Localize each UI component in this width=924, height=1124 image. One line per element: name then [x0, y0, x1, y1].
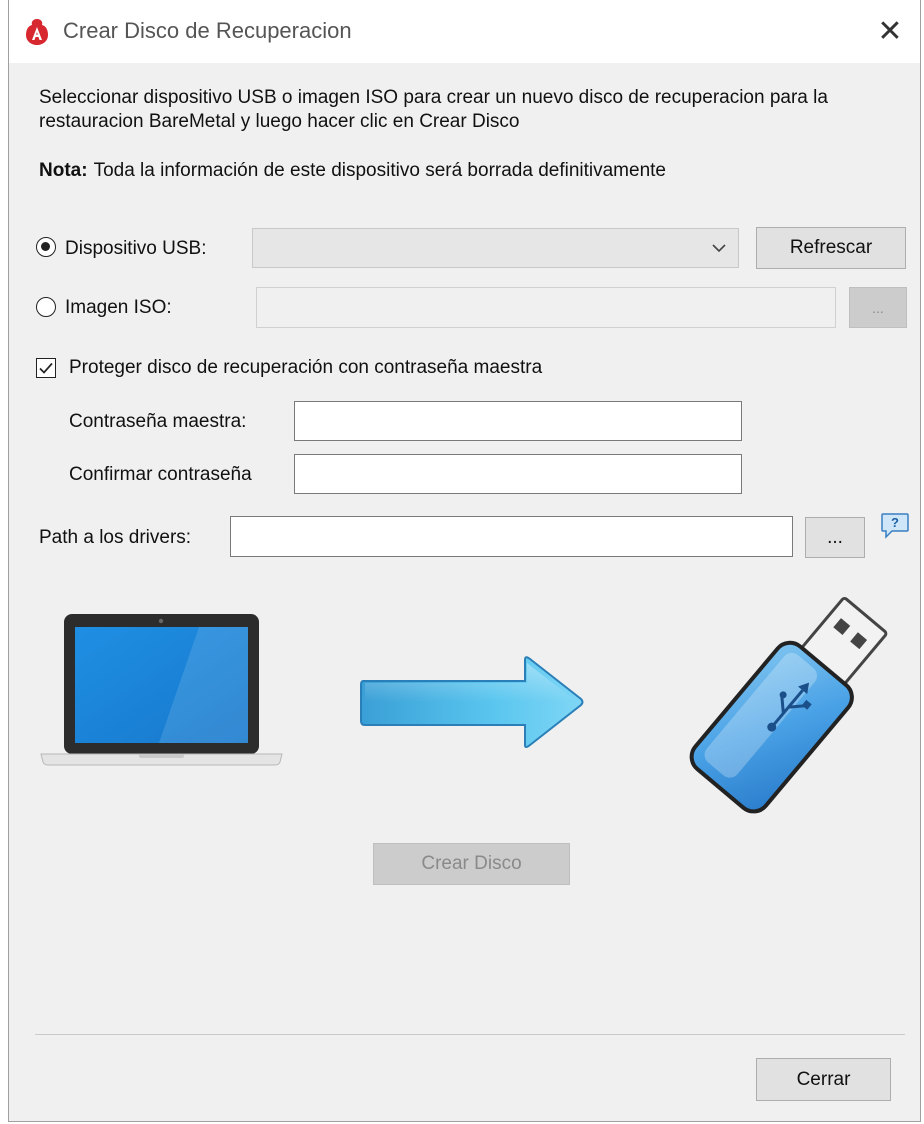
instruction-text: Seleccionar dispositivo USB o imagen ISO…	[39, 87, 828, 132]
title-bar: Crear Disco de Recuperacion ✕	[9, 0, 920, 63]
usb-device-label: Dispositivo USB:	[65, 238, 207, 259]
refresh-button[interactable]: Refrescar	[756, 227, 906, 269]
app-logo-icon	[26, 19, 48, 45]
usb-drive-icon	[689, 596, 888, 814]
confirm-password-input[interactable]	[294, 454, 742, 494]
confirm-password-label: Confirmar contraseña	[69, 464, 252, 485]
close-icon: ✕	[877, 15, 903, 48]
protect-password-label: Proteger disco de recuperación con contr…	[69, 357, 543, 378]
drivers-browse-button[interactable]: ...	[805, 517, 865, 558]
svg-text:?: ?	[891, 515, 899, 530]
note-text: Toda la información de este dispositivo …	[93, 160, 666, 181]
note-label: Nota:	[39, 160, 88, 181]
window-title: Crear Disco de Recuperacion	[63, 18, 352, 43]
drivers-path-input[interactable]	[230, 516, 793, 557]
laptop-icon	[40, 614, 283, 766]
usb-device-dropdown[interactable]	[252, 228, 739, 268]
checkmark-icon	[39, 362, 53, 374]
usb-device-radio[interactable]	[36, 237, 56, 257]
footer-separator	[35, 1034, 905, 1035]
recovery-disk-dialog: Crear Disco de Recuperacion ✕ Selecciona…	[8, 0, 921, 1122]
master-password-input[interactable]	[294, 401, 742, 441]
iso-image-label: Imagen ISO:	[65, 297, 172, 318]
close-button[interactable]: Cerrar	[756, 1058, 891, 1101]
drivers-path-label: Path a los drivers:	[39, 527, 192, 548]
iso-path-field[interactable]	[256, 287, 836, 328]
create-disk-button[interactable]: Crear Disco	[373, 843, 570, 885]
master-password-label: Contraseña maestra:	[69, 411, 247, 432]
arrow-right-icon	[360, 656, 584, 748]
iso-browse-button[interactable]: ...	[849, 287, 907, 328]
help-icon[interactable]: ?	[880, 512, 910, 540]
close-window-button[interactable]: ✕	[860, 0, 920, 63]
protect-password-checkbox[interactable]	[36, 358, 56, 378]
chevron-down-icon	[712, 244, 726, 253]
iso-image-radio[interactable]	[36, 297, 56, 317]
warning-note: Nota: Toda la información de este disposi…	[39, 160, 666, 182]
